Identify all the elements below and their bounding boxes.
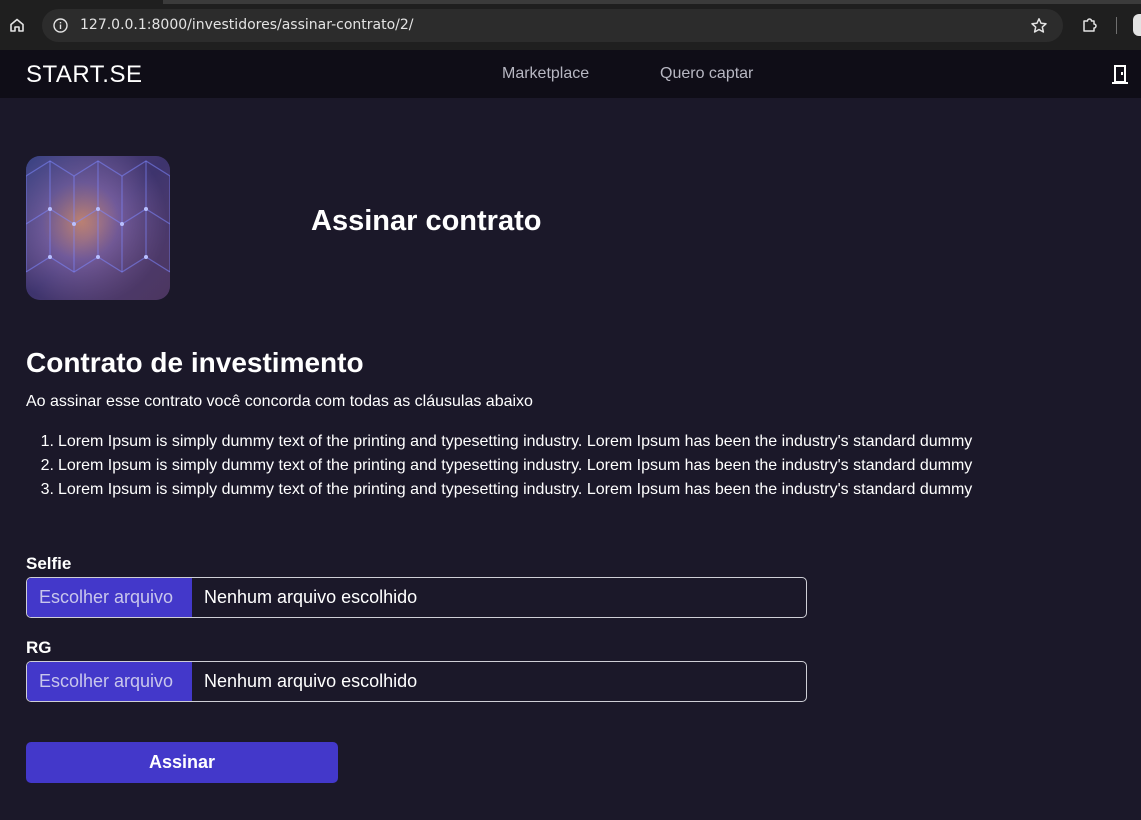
- door-exit-icon[interactable]: [1110, 63, 1130, 85]
- rg-label: RG: [26, 638, 52, 657]
- rg-file-input[interactable]: Escolher arquivo Nenhum arquivo escolhid…: [26, 661, 807, 702]
- toolbar-divider: [1116, 17, 1117, 34]
- sign-button[interactable]: Assinar: [26, 742, 338, 783]
- home-icon[interactable]: [6, 14, 28, 36]
- clause-text: Lorem Ipsum is simply dummy text of the …: [58, 457, 973, 474]
- rg-choose-file-button[interactable]: Escolher arquivo: [27, 662, 192, 701]
- clause-item: 3. Lorem Ipsum is simply dummy text of t…: [26, 480, 973, 504]
- contract-title: Contrato de investimento: [26, 347, 364, 378]
- selfie-label: Selfie: [26, 554, 72, 573]
- clause-number: 1.: [40, 433, 54, 450]
- selfie-file-name: Nenhum arquivo escolhido: [204, 587, 418, 607]
- url-text[interactable]: 127.0.0.1:8000/investidores/assinar-cont…: [80, 17, 414, 33]
- clause-item: 1. Lorem Ipsum is simply dummy text of t…: [26, 432, 973, 456]
- address-bar[interactable]: 127.0.0.1:8000/investidores/assinar-cont…: [42, 9, 1063, 42]
- nav-link-quero-captar[interactable]: Quero captar: [660, 65, 753, 83]
- clause-number: 3.: [40, 481, 54, 498]
- clause-number: 2.: [40, 457, 54, 474]
- tab-strip: [163, 0, 1141, 4]
- extensions-puzzle-icon[interactable]: [1080, 15, 1100, 35]
- clause-item: 2. Lorem Ipsum is simply dummy text of t…: [26, 456, 973, 480]
- selfie-file-input[interactable]: Escolher arquivo Nenhum arquivo escolhid…: [26, 577, 807, 618]
- selfie-choose-file-button[interactable]: Escolher arquivo: [27, 578, 192, 617]
- clauses-list: 1. Lorem Ipsum is simply dummy text of t…: [26, 432, 973, 504]
- brand-logo[interactable]: START.SE: [26, 61, 142, 89]
- clause-text: Lorem Ipsum is simply dummy text of the …: [58, 433, 973, 450]
- nav-link-marketplace[interactable]: Marketplace: [502, 65, 589, 83]
- page-title: Assinar contrato: [311, 205, 542, 237]
- profile-avatar[interactable]: [1133, 14, 1141, 36]
- contract-lead: Ao assinar esse contrato você concorda c…: [26, 393, 533, 410]
- rg-file-name: Nenhum arquivo escolhido: [204, 671, 418, 691]
- startup-image: [26, 156, 170, 300]
- bookmark-star-icon[interactable]: [1029, 16, 1049, 36]
- app-navbar: START.SE Marketplace Quero captar: [0, 50, 1141, 98]
- clause-text: Lorem Ipsum is simply dummy text of the …: [58, 481, 973, 498]
- browser-toolbar: 127.0.0.1:8000/investidores/assinar-cont…: [0, 0, 1141, 50]
- site-info-icon[interactable]: [52, 17, 69, 34]
